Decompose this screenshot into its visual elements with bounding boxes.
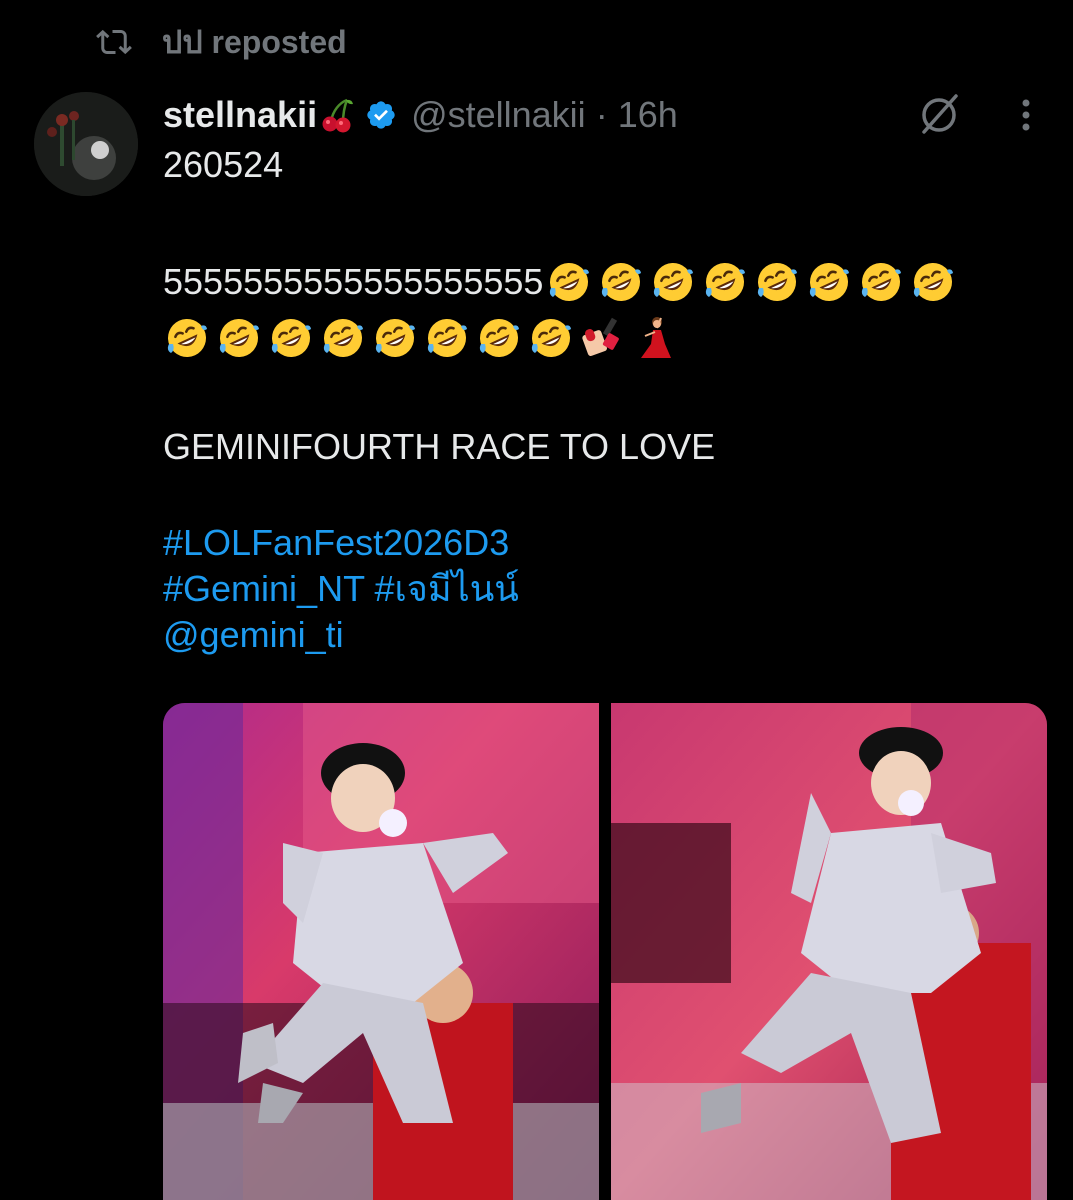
performer-jumping-photo-2[interactable] <box>611 703 1047 1200</box>
separator-dot: · <box>595 94 608 135</box>
title-line: GEMINIFOURTH RACE TO LOVE <box>163 426 716 467</box>
rofl-emoji <box>375 319 415 357</box>
rofl-emoji <box>706 263 746 301</box>
grok-icon[interactable] <box>914 90 964 140</box>
rofl-emoji <box>271 319 311 357</box>
repost-label: ปป reposted <box>162 23 347 60</box>
rofl-emoji <box>427 319 467 357</box>
tweet-header: stellnakii @stellnakii · 16h <box>163 90 678 140</box>
repost-context[interactable]: ปป reposted <box>92 22 347 62</box>
media-grid <box>163 703 1047 1200</box>
display-name[interactable]: stellnakii <box>163 94 317 136</box>
dancer-emoji <box>641 317 671 358</box>
rofl-emoji <box>862 263 902 301</box>
timestamp[interactable]: 16h <box>618 94 678 136</box>
nail-polish-emoji <box>582 317 619 356</box>
rofl-emoji <box>219 319 259 357</box>
hashtag-gemini-nt[interactable]: #Gemini_NT <box>163 568 364 609</box>
mention-gemini[interactable]: @gemini_ti <box>163 612 1043 658</box>
rofl-emoji <box>167 319 207 357</box>
rofl-emoji <box>758 263 798 301</box>
rofl-emoji <box>323 319 363 357</box>
verified-badge-icon <box>367 101 395 129</box>
rofl-emoji <box>602 263 642 301</box>
user-handle[interactable]: @stellnakii <box>411 94 586 136</box>
rofl-emoji <box>914 263 954 301</box>
more-vertical-icon[interactable] <box>1008 95 1044 135</box>
date-line: 260524 <box>163 144 284 185</box>
avatar[interactable] <box>34 92 138 196</box>
hashtag-thai[interactable]: #เจมีไนน์ <box>374 568 518 609</box>
rofl-emoji <box>810 263 850 301</box>
laugh-line-1: 5555555555555555555 <box>163 254 1043 310</box>
rofl-emoji <box>550 263 590 301</box>
rofl-emoji <box>531 319 571 357</box>
rofl-emoji <box>654 263 694 301</box>
rofl-emoji <box>479 319 519 357</box>
laugh-line-2 <box>163 310 1043 366</box>
avatar-image <box>34 92 138 196</box>
laugh-number: 5555555555555555555 <box>163 261 544 302</box>
cherries-emoji <box>322 98 354 133</box>
hashtag-lolfanfest[interactable]: #LOLFanFest2026D3 <box>163 520 1043 566</box>
repost-icon <box>96 29 132 55</box>
performer-jumping-photo-1[interactable] <box>163 703 599 1200</box>
tweet-body: 260524 5555555555555555555 GEMINIFOURTH … <box>163 142 1043 658</box>
